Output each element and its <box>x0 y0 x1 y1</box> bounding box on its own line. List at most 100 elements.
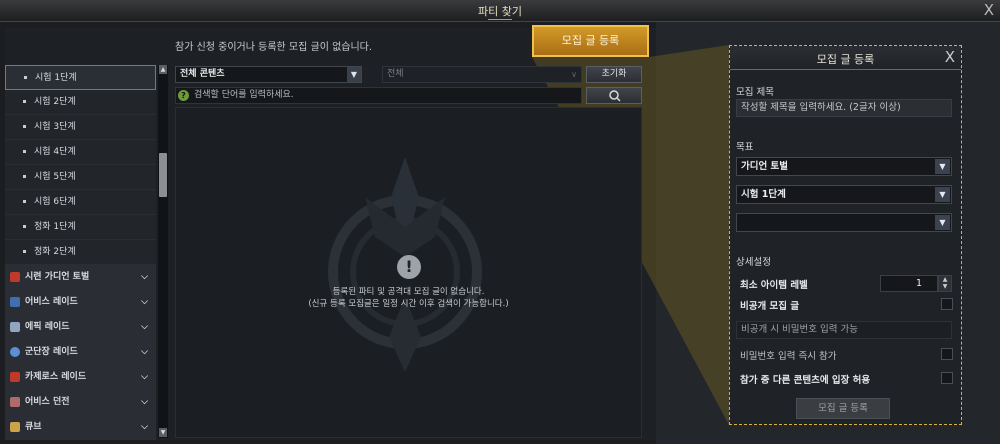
goal-select-2-value: 시험 1단계 <box>741 189 786 200</box>
chevron-down-icon: ⌵ <box>141 347 148 357</box>
scroll-down-icon[interactable]: ▼ <box>159 428 167 437</box>
red-guardian-icon <box>10 271 20 282</box>
chevron-down-icon: ⌵ <box>141 272 148 282</box>
panel-close-icon[interactable]: X <box>945 48 955 66</box>
goal-select-1-value: 가디언 토벌 <box>741 161 789 172</box>
sidebar-subitem-label: 시험 5단계 <box>34 172 76 182</box>
detail-settings-label: 상세설정 <box>736 257 771 268</box>
sidebar-category[interactable]: 어비스 레이드 ⌵ <box>5 290 156 315</box>
reset-button[interactable]: 초기화 <box>586 66 642 83</box>
abyss-dungeon-icon <box>10 396 20 407</box>
level-stepper-icon[interactable]: ▲ ▼ <box>938 275 952 292</box>
chevron-down-icon: ▼ <box>935 159 950 174</box>
instant-join-checkbox[interactable] <box>941 348 953 360</box>
goal-select-3[interactable]: ▼ <box>736 213 952 232</box>
sidebar-category-label: 시련 가디언 토벌 <box>25 272 90 282</box>
sidebar-subitem-label: 시험 3단계 <box>34 122 76 132</box>
bullet-icon <box>24 76 27 79</box>
chevron-down-icon: ▼ <box>347 67 361 82</box>
sidebar-subitem-label: 시험 4단계 <box>34 147 76 157</box>
sidebar-subitem-label: 정화 1단계 <box>34 222 76 232</box>
post-title-label: 모집 제목 <box>736 87 774 98</box>
password-input[interactable]: 비공개 시 비밀번호 입력 가능 <box>736 321 952 339</box>
allow-other-content-label: 참가 중 다른 콘텐츠에 입장 허용 <box>740 375 871 386</box>
chevron-down-icon: ▼ <box>935 187 950 202</box>
subfilter-select[interactable]: 전체 ∨ <box>382 66 582 83</box>
help-icon[interactable]: ? <box>178 90 189 101</box>
submit-post-button[interactable]: 모집 글 등록 <box>796 398 890 419</box>
scroll-up-icon[interactable]: ▲ <box>159 65 167 74</box>
sidebar-subitem[interactable]: 시험 2단계 <box>5 90 156 115</box>
sidebar-subitem[interactable]: 시험 1단계 <box>5 65 156 90</box>
content-filter-value: 전체 콘텐츠 <box>180 69 225 79</box>
sidebar-subitem-label: 시험 6단계 <box>34 197 76 207</box>
sidebar-category-label: 에픽 레이드 <box>25 322 70 332</box>
chevron-down-icon: ⌵ <box>141 297 148 307</box>
chevron-down-icon: ⌵ <box>141 422 148 432</box>
sidebar-subitem-label: 정화 2단계 <box>34 247 76 257</box>
min-level-label: 최소 아이템 레벨 <box>740 280 808 291</box>
panel-title: 모집 글 등록 <box>816 53 875 66</box>
chevron-down-icon: ⌵ <box>141 372 148 382</box>
sidebar-category[interactable]: 에픽 레이드 ⌵ <box>5 315 156 340</box>
bullet-icon <box>23 175 26 178</box>
sidebar-category-label: 어비스 레이드 <box>25 297 78 307</box>
sidebar-category[interactable]: 큐브 ⌵ <box>5 415 156 440</box>
allow-other-content-checkbox[interactable] <box>941 372 953 384</box>
sidebar-category[interactable]: 시련 가디언 토벌 ⌵ <box>5 265 156 290</box>
subfilter-value: 전체 <box>387 69 404 79</box>
content-sidebar: 시험 1단계 시험 2단계 시험 3단계 시험 4단계 시험 5단계 시험 6단… <box>5 65 156 440</box>
sidebar-subitem[interactable]: 정화 2단계 <box>5 240 156 265</box>
bullet-icon <box>23 150 26 153</box>
sidebar-subitem[interactable]: 시험 4단계 <box>5 140 156 165</box>
private-post-checkbox[interactable] <box>941 298 953 310</box>
sidebar-subitem[interactable]: 정화 1단계 <box>5 215 156 240</box>
chevron-down-icon: ∨ <box>571 70 577 79</box>
sidebar-category[interactable]: 군단장 레이드 ⌵ <box>5 340 156 365</box>
legion-icon <box>10 346 20 357</box>
cube-icon <box>10 421 20 432</box>
search-button[interactable] <box>586 87 642 104</box>
search-input[interactable]: ? 검색할 단어를 입력하세요. <box>175 87 582 104</box>
post-title-input[interactable]: 작성할 제목을 입력하세요. (2글자 이상) <box>736 99 952 117</box>
bullet-icon <box>23 125 26 128</box>
goal-select-2[interactable]: 시험 1단계 ▼ <box>736 185 952 204</box>
sidebar-subitem[interactable]: 시험 5단계 <box>5 165 156 190</box>
bullet-icon <box>23 200 26 203</box>
sidebar-subitem-label: 시험 1단계 <box>35 73 77 83</box>
bullet-icon <box>23 100 26 103</box>
sidebar-category-label: 어비스 던전 <box>25 397 70 407</box>
blue-abyss-icon <box>10 296 20 307</box>
empty-message: 등록된 파티 및 공격대 모집 글이 없습니다. <box>332 287 485 297</box>
scrollbar-thumb[interactable] <box>159 153 167 197</box>
sidebar-subitem[interactable]: 시험 3단계 <box>5 115 156 140</box>
sidebar-scrollbar[interactable]: ▲ ▼ <box>158 65 168 438</box>
panel-header: 모집 글 등록 X <box>730 46 961 70</box>
sidebar-category-label: 군단장 레이드 <box>25 347 78 357</box>
title-ornament <box>488 14 512 20</box>
chevron-down-icon: ▼ <box>935 215 950 230</box>
status-notice: 참가 신청 중이거나 등록한 모집 글이 없습니다. <box>175 42 373 53</box>
chevron-down-icon: ⌵ <box>141 322 148 332</box>
epic-raid-icon <box>10 321 20 332</box>
magnifier-icon <box>609 90 621 102</box>
goal-select-1[interactable]: 가디언 토벌 ▼ <box>736 157 952 176</box>
chevron-down-icon: ⌵ <box>141 397 148 407</box>
sidebar-subitem-label: 시험 2단계 <box>34 97 76 107</box>
sidebar-category[interactable]: 어비스 던전 ⌵ <box>5 390 156 415</box>
warning-icon: ! <box>397 255 421 279</box>
bullet-icon <box>23 250 26 253</box>
sidebar-category[interactable]: 카제로스 레이드 ⌵ <box>5 365 156 390</box>
window-title-bar: 파티 찾기 X <box>0 0 1000 22</box>
instant-join-label: 비밀번호 입력 즉시 참가 <box>740 351 837 362</box>
window-close-icon[interactable]: X <box>984 1 994 19</box>
register-post-button[interactable]: 모집 글 등록 <box>532 25 649 57</box>
content-filter-select[interactable]: 전체 콘텐츠 ▼ <box>175 66 362 83</box>
sidebar-subitem[interactable]: 시험 6단계 <box>5 190 156 215</box>
min-level-input[interactable]: 1 <box>880 275 938 292</box>
register-post-panel: 모집 글 등록 X 모집 제목 작성할 제목을 입력하세요. (2글자 이상) … <box>729 45 962 425</box>
private-post-label: 비공개 모집 글 <box>740 301 800 312</box>
bullet-icon <box>23 225 26 228</box>
goal-label: 목표 <box>736 142 754 153</box>
search-placeholder: 검색할 단어를 입력하세요. <box>194 90 294 100</box>
